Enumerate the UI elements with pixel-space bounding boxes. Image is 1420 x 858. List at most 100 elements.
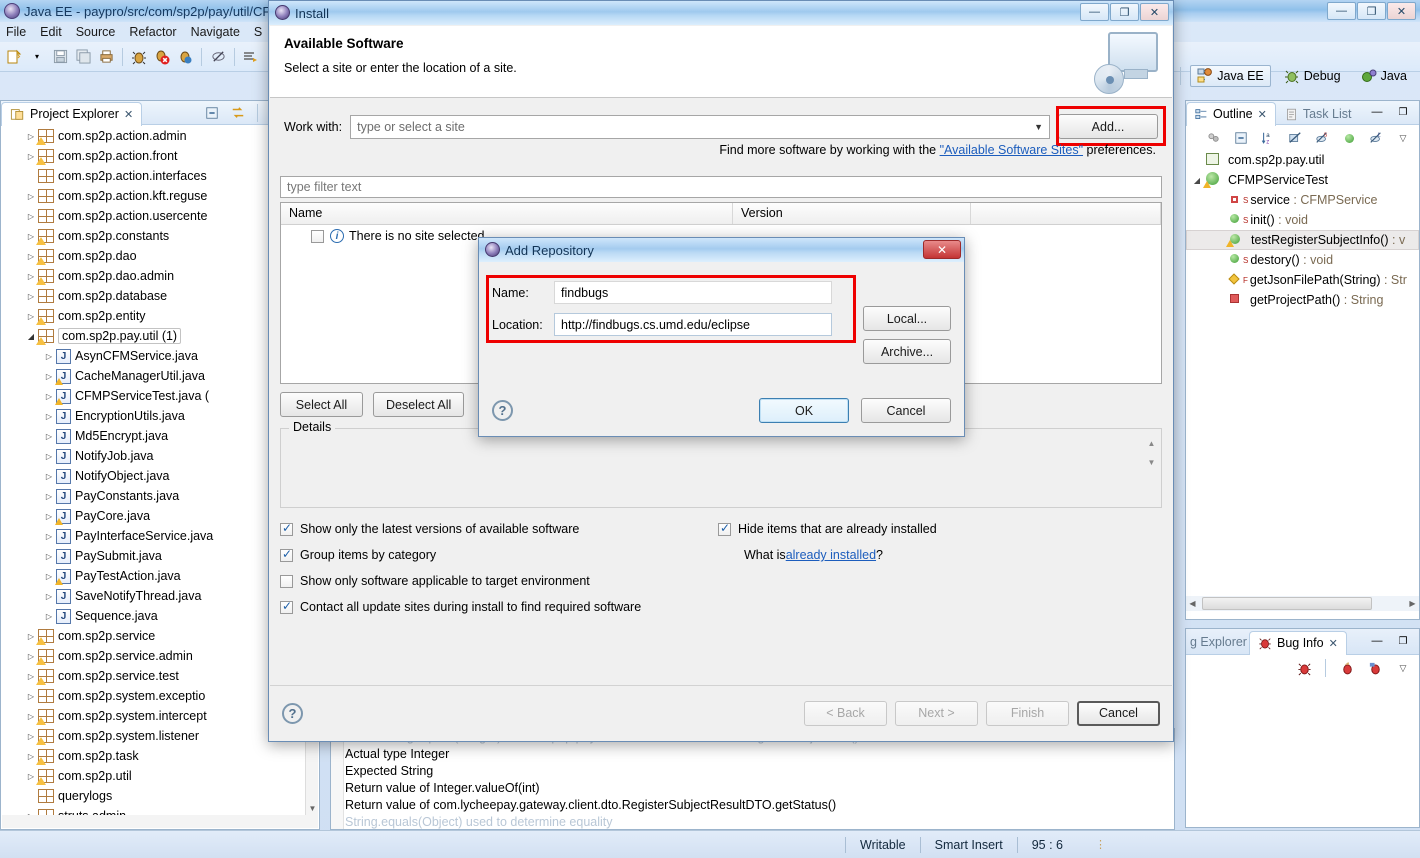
- column-header-version[interactable]: Version: [733, 203, 971, 224]
- finish-button[interactable]: Finish: [986, 700, 1069, 726]
- tree-item[interactable]: ▷ J EncryptionUtils.java: [2, 406, 305, 426]
- help-icon[interactable]: ?: [492, 400, 513, 421]
- tree-collapsed-arrow-icon[interactable]: ▷: [42, 532, 56, 541]
- outline-hscroll-thumb[interactable]: [1202, 597, 1372, 610]
- collapse-all-icon[interactable]: [1231, 128, 1251, 148]
- bug-settings-icon[interactable]: [1365, 658, 1385, 678]
- hide-icon[interactable]: [208, 47, 228, 67]
- menu-file[interactable]: File: [6, 25, 26, 39]
- tree-collapsed-arrow-icon[interactable]: ▷: [42, 432, 56, 441]
- tree-item[interactable]: ▷ com.sp2p.service.test: [2, 666, 305, 686]
- scroll-left-icon[interactable]: ◀: [1186, 597, 1199, 610]
- chevron-down-icon[interactable]: ▼: [1034, 122, 1043, 132]
- outline-item[interactable]: com.sp2p.pay.util: [1186, 150, 1419, 170]
- sort-icon[interactable]: az: [1258, 128, 1278, 148]
- outline-item[interactable]: FgetJsonFilePath(String) : Str: [1186, 270, 1419, 290]
- tree-item[interactable]: ▷ J AsynCFMService.java: [2, 346, 305, 366]
- tree-item[interactable]: ▷ com.sp2p.system.intercept: [2, 706, 305, 726]
- tree-item[interactable]: ▷ J PayCore.java: [2, 506, 305, 526]
- tree-collapsed-arrow-icon[interactable]: ▷: [42, 392, 56, 401]
- deselect-all-button[interactable]: Deselect All: [373, 392, 465, 417]
- help-icon[interactable]: ?: [282, 702, 303, 724]
- outline-tree[interactable]: com.sp2p.pay.util ◢ CFMPServiceTest Sservic…: [1186, 150, 1419, 591]
- option-contact-update-sites[interactable]: Contact all update sites during install …: [280, 594, 720, 620]
- view-menu-icon[interactable]: ▽: [1393, 128, 1413, 148]
- view-menu-icon[interactable]: ▽: [1393, 658, 1413, 678]
- tree-item[interactable]: ▷ com.sp2p.service.admin: [2, 646, 305, 666]
- outline-item[interactable]: Sinit() : void: [1186, 210, 1419, 230]
- outline-hscrollbar[interactable]: ◀ ▶: [1186, 596, 1419, 611]
- menu-edit[interactable]: Edit: [40, 25, 62, 39]
- hide-static-icon[interactable]: S: [1312, 128, 1332, 148]
- tree-collapsed-arrow-icon[interactable]: ▷: [42, 452, 56, 461]
- already-installed-link[interactable]: already installed: [786, 548, 876, 562]
- findbugs-clear-icon[interactable]: [152, 47, 172, 67]
- tree-collapsed-arrow-icon[interactable]: ▷: [42, 412, 56, 421]
- tree-item[interactable]: ◢ com.sp2p.pay.util (1): [2, 326, 305, 346]
- archive-button[interactable]: Archive...: [863, 339, 951, 364]
- next-annotation-icon[interactable]: [241, 47, 261, 67]
- tree-item[interactable]: ▷ com.sp2p.dao.admin: [2, 266, 305, 286]
- filter-input[interactable]: type filter text: [280, 176, 1162, 198]
- tree-collapsed-arrow-icon[interactable]: ▷: [42, 472, 56, 481]
- link-with-editor-icon[interactable]: [228, 103, 248, 123]
- checkbox[interactable]: [280, 547, 293, 562]
- tree-collapsed-arrow-icon[interactable]: ▷: [42, 572, 56, 581]
- close-icon[interactable]: ✕: [923, 240, 961, 259]
- tree-item[interactable]: ▷ com.sp2p.action.usercente: [2, 206, 305, 226]
- hide-local-icon[interactable]: L: [1366, 128, 1386, 148]
- bug-filter-icon[interactable]: [1337, 658, 1357, 678]
- status-more-icon[interactable]: ⋮: [1095, 838, 1107, 851]
- tree-item[interactable]: com.sp2p.action.interfaces: [2, 166, 305, 186]
- checkbox[interactable]: [280, 599, 293, 614]
- tree-collapsed-arrow-icon[interactable]: ▷: [42, 612, 56, 621]
- menu-navigate[interactable]: Navigate: [191, 25, 240, 39]
- tree-item[interactable]: querylogs: [2, 786, 305, 806]
- new-file-icon[interactable]: [4, 47, 24, 67]
- tree-item[interactable]: ▷ com.sp2p.entity: [2, 306, 305, 326]
- row-checkbox[interactable]: [311, 229, 324, 243]
- outline-item[interactable]: ◢ CFMPServiceTest: [1186, 170, 1419, 190]
- tree-item[interactable]: ▷ com.sp2p.system.listener: [2, 726, 305, 746]
- tab-task-list[interactable]: Task List: [1276, 102, 1361, 126]
- tree-item[interactable]: ▷ com.sp2p.action.front: [2, 146, 305, 166]
- tree-item[interactable]: ▷ J PayConstants.java: [2, 486, 305, 506]
- tree-item[interactable]: ▷ com.sp2p.action.admin: [2, 126, 305, 146]
- close-icon[interactable]: ✕: [1140, 3, 1169, 21]
- option-target-environment[interactable]: Show only software applicable to target …: [280, 568, 720, 594]
- bug-red-icon[interactable]: [1294, 658, 1314, 678]
- tree-item[interactable]: ▷ com.sp2p.system.exceptio: [2, 686, 305, 706]
- findbugs-config-icon[interactable]: [175, 47, 195, 67]
- maximize-view-icon[interactable]: ❐: [1393, 103, 1413, 123]
- maximize-icon[interactable]: ❐: [1357, 2, 1386, 20]
- console-view[interactable]: call to String.equals(Integer) in com.sp…: [330, 728, 1175, 830]
- outline-item[interactable]: getProjectPath() : String: [1186, 290, 1419, 310]
- tree-item[interactable]: ▷ J SaveNotifyThread.java: [2, 586, 305, 606]
- minimize-view-icon[interactable]: —: [1367, 103, 1387, 123]
- tree-item[interactable]: ▷ J NotifyObject.java: [2, 466, 305, 486]
- findbugs-icon[interactable]: [129, 47, 149, 67]
- spin-down-icon[interactable]: ▼: [1148, 458, 1156, 467]
- close-icon[interactable]: ✕: [1387, 2, 1416, 20]
- column-header-name[interactable]: Name: [281, 203, 733, 224]
- work-with-combo[interactable]: type or select a site ▼: [350, 114, 1050, 139]
- minimize-icon[interactable]: —: [1327, 2, 1356, 20]
- checkbox[interactable]: [280, 521, 293, 536]
- scroll-right-icon[interactable]: ▶: [1406, 597, 1419, 610]
- tree-item[interactable]: ▷ J PayInterfaceService.java: [2, 526, 305, 546]
- tab-bug-info[interactable]: Bug Info ✕: [1248, 630, 1347, 655]
- tree-item[interactable]: ▷ J CFMPServiceTest.java (: [2, 386, 305, 406]
- minimize-icon[interactable]: —: [1080, 3, 1109, 21]
- tree-item[interactable]: ▷ com.sp2p.task: [2, 746, 305, 766]
- local-button[interactable]: Local...: [863, 306, 951, 331]
- menu-source[interactable]: Source: [76, 25, 116, 39]
- next-button[interactable]: Next >: [895, 700, 978, 726]
- public-member-icon[interactable]: [1339, 128, 1359, 148]
- save-icon[interactable]: [50, 47, 70, 67]
- tree-item[interactable]: ▷ com.sp2p.constants: [2, 226, 305, 246]
- close-icon[interactable]: ✕: [1329, 637, 1338, 650]
- tree-item[interactable]: ▷ com.sp2p.util: [2, 766, 305, 786]
- available-software-sites-link[interactable]: "Available Software Sites": [940, 143, 1083, 157]
- menu-refactor[interactable]: Refactor: [129, 25, 176, 39]
- tree-item[interactable]: ▷ J CacheManagerUtil.java: [2, 366, 305, 386]
